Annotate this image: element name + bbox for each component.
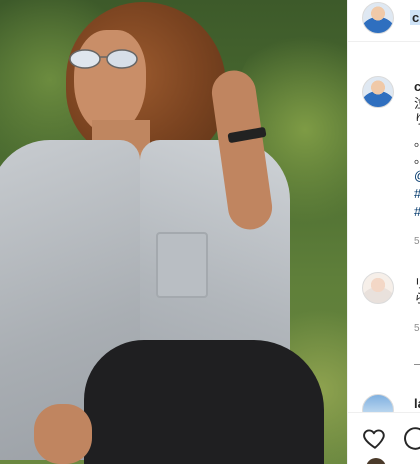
comment-icon[interactable]	[402, 425, 420, 451]
comment-text-line: ら	[414, 291, 420, 307]
caption-line: 泣	[414, 96, 420, 112]
sunglasses-shape	[69, 49, 138, 69]
caption-hashtag-link[interactable]: #	[414, 186, 420, 202]
photo-shirt-pocket	[156, 232, 208, 298]
comment-timestamp[interactable]: 5	[414, 323, 420, 334]
header-username[interactable]: c	[410, 10, 420, 25]
view-replies-line[interactable]	[414, 364, 420, 365]
caption-line: 。	[414, 134, 420, 150]
post-photo[interactable]	[0, 0, 347, 464]
caption-author-avatar[interactable]	[362, 76, 394, 108]
commenter-avatar[interactable]	[362, 272, 394, 304]
caption-line: 。	[414, 151, 420, 167]
author-avatar[interactable]	[362, 2, 394, 34]
caption-mention-link[interactable]: @	[414, 168, 420, 184]
header-divider	[348, 41, 420, 42]
post-side-panel: c c 泣 り 。 。 @ # # 5 リ ら 5 la	[348, 0, 420, 464]
caption-username[interactable]: c	[414, 79, 420, 94]
caption-timestamp[interactable]: 5	[414, 236, 420, 247]
caption-hashtag-link[interactable]: #	[414, 204, 420, 220]
heart-icon[interactable]	[362, 425, 388, 451]
comment-text-line: リ	[414, 276, 420, 292]
next-comment-username[interactable]: la	[414, 396, 420, 411]
photo-face	[74, 30, 146, 134]
action-bar	[348, 412, 420, 464]
photo-pants	[84, 340, 324, 464]
caption-line: り	[414, 112, 420, 128]
photo-hand	[34, 404, 92, 464]
